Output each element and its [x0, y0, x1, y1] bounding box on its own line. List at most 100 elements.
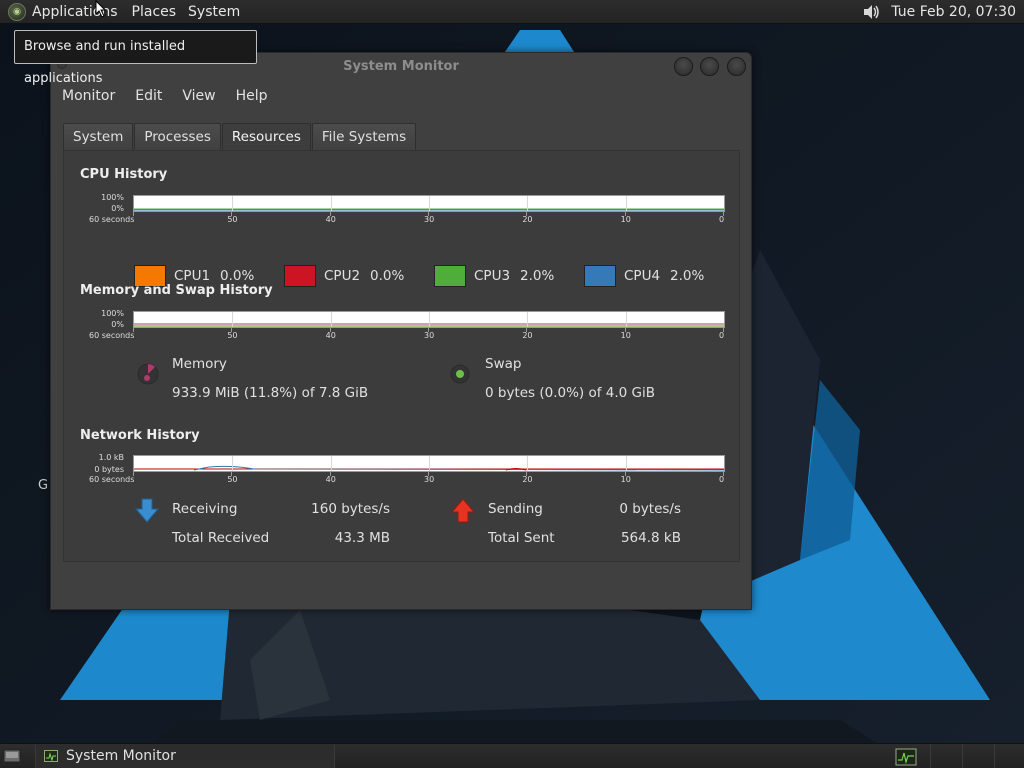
cpu-y-bottom-label: 0% [111, 204, 124, 213]
taskbar-system-monitor[interactable]: System Monitor [35, 744, 335, 768]
cpu-x-tick-label: 40 [325, 215, 336, 224]
network-x-tick-label: 10 [620, 475, 631, 484]
network-x-tick [329, 472, 331, 476]
cpu-gridline [232, 196, 234, 211]
cpu-x-tick [723, 212, 724, 216]
cpu1-label: CPU1 [174, 268, 211, 284]
cpu-x-tick-label: 20 [522, 215, 533, 224]
cpu-gridline [625, 196, 627, 211]
network-plot [133, 455, 725, 472]
cpu-x-tick [624, 212, 626, 216]
memory-gridline [625, 312, 627, 327]
network-x-tick-label: 50 [227, 475, 238, 484]
network-history-graph: 1.0 kB 0 bytes 60 seconds 50 40 30 20 10 0 [80, 453, 725, 487]
system-menu[interactable]: System [188, 4, 240, 20]
network-x-tick [231, 472, 233, 476]
minimize-button[interactable] [674, 57, 693, 76]
memory-gridline [330, 312, 332, 327]
cpu-x-tick-label: 10 [620, 215, 631, 224]
cpu3-value: 2.0% [520, 268, 555, 284]
sending-arrow-icon[interactable] [450, 497, 476, 525]
cpu-gridline [330, 196, 332, 211]
memory-x-tick-label: 30 [424, 331, 435, 340]
total-sent-label: Total Sent [488, 530, 555, 546]
cpu-plot [133, 195, 725, 212]
maximize-button[interactable] [700, 57, 719, 76]
memory-plot [133, 311, 725, 328]
network-x-tick [526, 472, 528, 476]
network-x-tick [133, 472, 134, 476]
memory-x-tick [624, 328, 626, 332]
cpu-x-tick-label: 60 seconds [89, 215, 135, 224]
network-x-tick-label: 0 [719, 475, 725, 484]
memory-x-tick-label: 60 seconds [89, 331, 135, 340]
memory-x-tick [526, 328, 528, 332]
cpu-x-tick [133, 212, 134, 216]
workspace-3[interactable] [994, 744, 1024, 768]
memory-x-tick [723, 328, 724, 332]
memory-label: Memory [172, 356, 227, 372]
receiving-arrow-icon[interactable] [134, 497, 160, 525]
tab-system[interactable]: System [63, 123, 134, 150]
memory-history-graph: 100% 0% 60 seconds 50 40 30 20 10 0 [80, 309, 725, 343]
mem-y-bottom-label: 0% [111, 320, 124, 329]
sending-value: 0 bytes/s [619, 501, 681, 517]
workspace-2[interactable] [962, 744, 992, 768]
cpu-x-tick-label: 0 [719, 215, 725, 224]
memory-history-title: Memory and Swap History [80, 283, 273, 298]
clock[interactable]: Tue Feb 20, 07:30 [891, 4, 1016, 20]
bottom-panel: System Monitor [0, 743, 1024, 768]
cpu4-label: CPU4 [624, 268, 661, 284]
net-y-top-label: 1.0 kB [98, 453, 124, 462]
sending-label: Sending [488, 501, 543, 517]
system-monitor-applet-icon[interactable] [895, 748, 917, 766]
cpu-gridline [527, 196, 529, 211]
show-desktop-icon[interactable] [3, 748, 21, 764]
cpu1-value: 0.0% [220, 268, 255, 284]
taskbar-label: System Monitor [66, 748, 176, 764]
cpu-x-tick [526, 212, 528, 216]
memory-x-tick-label: 0 [719, 331, 725, 340]
net-y-bottom-label: 0 bytes [94, 465, 124, 474]
memory-x-tick [428, 328, 429, 332]
memory-x-tick-label: 20 [522, 331, 533, 340]
cpu4-color-swatch[interactable] [584, 265, 616, 287]
menu-edit[interactable]: Edit [135, 88, 162, 104]
memory-gridline [232, 312, 234, 327]
tab-resources[interactable]: Resources [221, 123, 311, 150]
network-gridline [429, 456, 430, 471]
mem-y-top-label: 100% [101, 309, 124, 318]
cpu-x-tick [428, 212, 429, 216]
tab-processes[interactable]: Processes [134, 123, 221, 150]
volume-icon[interactable] [861, 2, 881, 22]
places-menu[interactable]: Places [132, 4, 177, 20]
memory-pie-icon[interactable] [136, 361, 160, 387]
menubar: Monitor Edit View Help [51, 81, 751, 111]
cpu2-color-swatch[interactable] [284, 265, 316, 287]
close-button[interactable] [727, 57, 746, 76]
cpu3-color-swatch[interactable] [434, 265, 466, 287]
swap-pie-icon[interactable] [449, 363, 471, 385]
tab-file-systems[interactable]: File Systems [311, 123, 417, 150]
workspace-1[interactable] [930, 744, 960, 768]
menu-view[interactable]: View [182, 88, 215, 104]
cpu-x-tick-label: 30 [424, 215, 435, 224]
tab-bar: System Processes Resources File Systems [63, 123, 417, 150]
network-x-tick [428, 472, 429, 476]
memory-x-tick-label: 50 [227, 331, 238, 340]
menu-help[interactable]: Help [236, 88, 268, 104]
memory-gridline [527, 312, 529, 327]
cpu-gridline [429, 196, 430, 211]
applications-menu-icon[interactable]: ◉ [8, 2, 26, 21]
memory-x-tick-label: 10 [620, 331, 631, 340]
total-received-label: Total Received [172, 530, 270, 546]
receiving-label: Receiving [172, 501, 238, 517]
cpu4-value: 2.0% [670, 268, 705, 284]
total-received-value: 43.3 MB [334, 530, 390, 546]
cpu-history-graph: 100% 0% 60 seconds 50 40 30 20 10 0 [80, 193, 725, 227]
desktop-icon-label[interactable]: G [38, 478, 48, 493]
network-x-tick-label: 60 seconds [89, 475, 135, 484]
memory-x-tick [133, 328, 134, 332]
network-x-tick-label: 20 [522, 475, 533, 484]
network-x-tick-label: 40 [325, 475, 336, 484]
